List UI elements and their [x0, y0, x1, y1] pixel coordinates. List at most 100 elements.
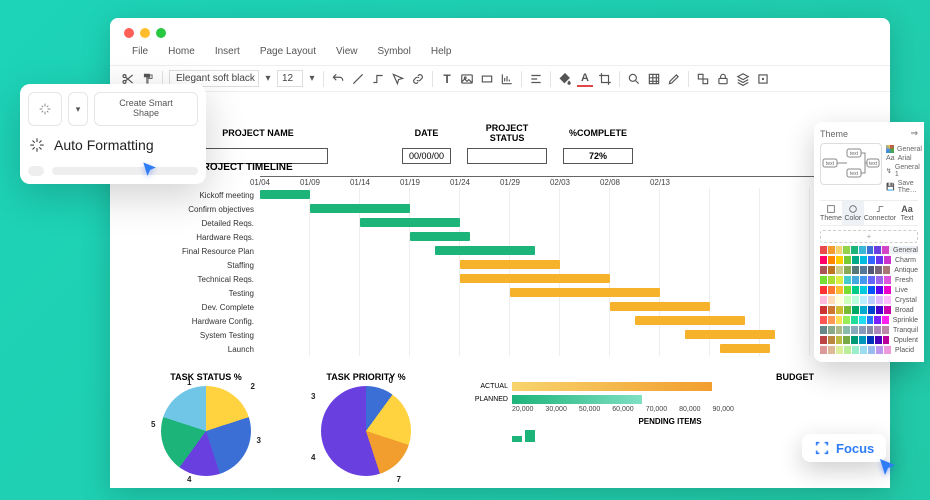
gantt-row: Confirm objectives [150, 202, 864, 216]
font-color-icon[interactable]: A [577, 71, 593, 87]
palette-row[interactable]: Placid [820, 346, 918, 354]
connector-icon[interactable] [370, 71, 386, 87]
text-icon[interactable]: T [439, 71, 455, 87]
menu-home[interactable]: Home [160, 44, 203, 59]
crop-icon[interactable] [597, 71, 613, 87]
tab-theme[interactable]: Theme [820, 201, 842, 225]
gantt-bar[interactable] [635, 316, 745, 325]
date-tick: 01/04 [250, 178, 270, 187]
gantt-bar[interactable] [435, 246, 535, 255]
search-icon[interactable] [626, 71, 642, 87]
link-icon[interactable] [410, 71, 426, 87]
gantt-bar[interactable] [310, 204, 410, 213]
opt-arial[interactable]: AaArial [886, 155, 922, 162]
date-tick: 02/13 [650, 178, 670, 187]
auto-formatting-item[interactable]: Auto Formatting [28, 136, 198, 154]
dropdown-button[interactable]: ▾ [68, 92, 88, 126]
axis-tick: 60,000 [612, 406, 633, 413]
opt-general[interactable]: General [886, 145, 922, 153]
line-icon[interactable] [350, 71, 366, 87]
task-label: Kickoff meeting [150, 191, 260, 200]
gantt-row: Hardware Reqs. [150, 230, 864, 244]
slice-label: 1 [187, 378, 191, 387]
focus-button[interactable]: Focus [802, 434, 886, 462]
align-icon[interactable] [528, 71, 544, 87]
group-icon[interactable] [695, 71, 711, 87]
create-smart-shape-button[interactable]: Create Smart Shape [94, 92, 198, 126]
gantt-bar[interactable] [510, 288, 660, 297]
palette-row[interactable]: Broad [820, 306, 918, 314]
svg-text:text: text [850, 171, 859, 177]
palette-row[interactable]: Charm [820, 256, 918, 264]
menu-page-layout[interactable]: Page Layout [252, 44, 324, 59]
menu-insert[interactable]: Insert [207, 44, 248, 59]
palette-row[interactable]: Opulent [820, 336, 918, 344]
gantt-row: Technical Reqs. [150, 272, 864, 286]
slice-label: 4 [311, 453, 315, 462]
toolbar: Elegant soft black ▾ 12 ▾ T A [110, 65, 890, 92]
theme-tabs: Theme Color Connector AaText [820, 200, 918, 226]
gantt-bar[interactable] [685, 330, 775, 339]
minimize-icon[interactable] [140, 28, 150, 38]
col-date: DATE [402, 120, 451, 146]
fill-icon[interactable] [557, 71, 573, 87]
menu-help[interactable]: Help [423, 44, 460, 59]
font-size-select[interactable]: 12 [277, 70, 303, 87]
gantt-bar[interactable] [410, 232, 470, 241]
gantt-row: Hardware Config. [150, 314, 864, 328]
menu-view[interactable]: View [328, 44, 366, 59]
sparkle-button[interactable] [28, 92, 62, 126]
chart-icon[interactable] [499, 71, 515, 87]
close-icon[interactable]: ⇒ [910, 128, 918, 139]
maximize-icon[interactable] [156, 28, 166, 38]
menu-file[interactable]: File [124, 44, 156, 59]
palette-row[interactable]: Antique [820, 266, 918, 274]
date-tick: 01/24 [450, 178, 470, 187]
pointer-icon[interactable] [390, 71, 406, 87]
svg-text:text: text [826, 161, 835, 167]
app-window: File Home Insert Page Layout View Symbol… [110, 18, 890, 488]
shape-icon[interactable] [479, 71, 495, 87]
gantt-bar[interactable] [460, 260, 560, 269]
tab-text[interactable]: AaText [896, 201, 918, 225]
tab-connector[interactable]: Connector [864, 201, 896, 225]
auto-formatting-label: Auto Formatting [54, 137, 154, 153]
palette-name: Opulent [893, 337, 918, 344]
date-value[interactable]: 00/00/00 [402, 148, 451, 164]
status-value[interactable] [467, 148, 547, 164]
undo-icon[interactable] [330, 71, 346, 87]
close-icon[interactable] [124, 28, 134, 38]
pen-icon[interactable] [666, 71, 682, 87]
canvas[interactable]: PROJECT NAME DATE PROJECT STATUS %COMPLE… [126, 118, 874, 488]
palette-row[interactable]: Live [820, 286, 918, 294]
layers-icon[interactable] [735, 71, 751, 87]
gantt-bar[interactable] [460, 274, 610, 283]
gantt-track [260, 286, 864, 300]
theme-preview[interactable]: texttexttexttext [820, 143, 882, 185]
slice-label: 2 [251, 382, 255, 391]
image-icon[interactable] [459, 71, 475, 87]
palette-row[interactable]: Crystal [820, 296, 918, 304]
gantt-bar[interactable] [260, 190, 310, 199]
lock-icon[interactable] [715, 71, 731, 87]
palette-row[interactable]: Tranquil [820, 326, 918, 334]
palette-row[interactable]: General [820, 246, 918, 254]
table-icon[interactable] [646, 71, 662, 87]
complete-value[interactable]: 72% [563, 148, 633, 164]
add-palette-button[interactable]: + [820, 230, 918, 243]
more-icon[interactable] [755, 71, 771, 87]
menu-symbol[interactable]: Symbol [370, 44, 419, 59]
opt-save[interactable]: 💾Save The… [886, 180, 922, 194]
chevron-down-icon[interactable]: ▾ [263, 71, 273, 87]
gantt-bar[interactable] [720, 344, 770, 353]
palette-row[interactable]: Sprinkle [820, 316, 918, 324]
gantt-bar[interactable] [360, 218, 460, 227]
slider[interactable] [28, 166, 198, 176]
project-info-table: PROJECT NAME DATE PROJECT STATUS %COMPLE… [186, 118, 635, 166]
gantt-bar[interactable] [610, 302, 710, 311]
chart-title: TASK STATUS % [126, 372, 286, 382]
palette-row[interactable]: Fresh [820, 276, 918, 284]
chevron-down-icon[interactable]: ▾ [307, 71, 317, 87]
opt-general1[interactable]: ↯General 1 [886, 164, 922, 178]
tab-color[interactable]: Color [842, 201, 864, 225]
